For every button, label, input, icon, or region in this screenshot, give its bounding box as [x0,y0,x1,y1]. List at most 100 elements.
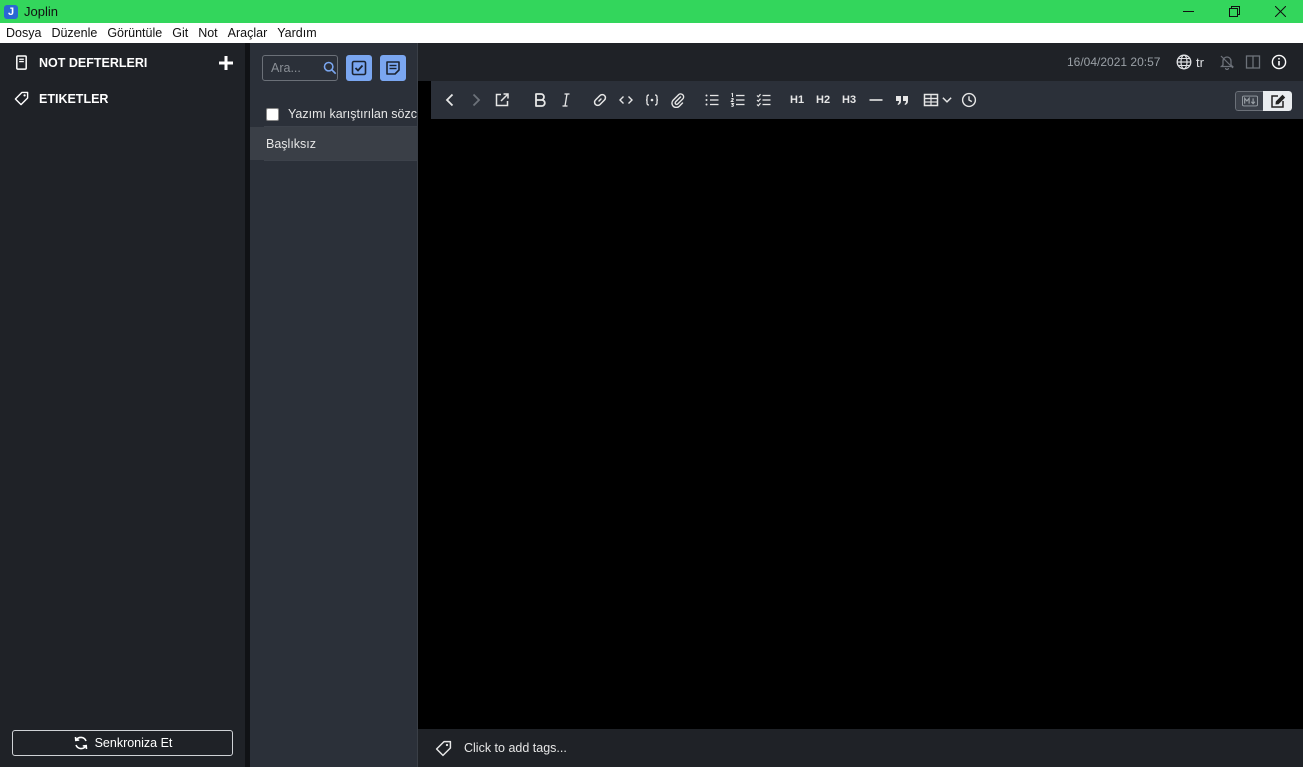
editor-header: 16/04/2021 20:57 tr [418,43,1303,81]
info-icon [1271,54,1287,70]
markdown-mode-button[interactable] [1235,91,1263,111]
spellcheck-language-button[interactable]: tr [1176,53,1204,71]
note-info-button[interactable] [1271,53,1287,71]
note-title: Başlıksız [266,136,317,151]
paperclip-icon [671,93,685,108]
editor-toolbar: H1 H2 H3 [431,81,1303,119]
attach-file-button[interactable] [670,91,686,109]
search-box [262,55,338,81]
rich-text-mode-button[interactable] [1263,91,1292,111]
braces-icon [645,94,659,106]
search-input[interactable] [271,58,321,78]
open-external-button[interactable] [494,91,510,109]
alarm-button[interactable] [1219,53,1235,71]
add-notebook-button[interactable] [216,53,236,73]
sidebar: NOT DEFTERLERI ETIKETLER Senkroniza Et [0,43,245,767]
menu-duzenle[interactable]: Düzenle [47,23,103,43]
note-icon [386,61,400,75]
heading1-button[interactable]: H1 [790,91,804,109]
menu-araclar[interactable]: Araçlar [224,23,274,43]
menu-yardim[interactable]: Yardım [273,23,322,43]
blockquote-button[interactable] [894,91,910,109]
list-item-note-selected[interactable]: Başlıksız [250,127,417,160]
notebook-icon [16,55,27,70]
chevron-right-icon [472,93,481,107]
horizontal-rule-icon [869,99,883,101]
link-icon [593,93,607,107]
sidebar-item-notebooks[interactable]: NOT DEFTERLERI [14,55,147,70]
joplin-logo-icon: J [4,4,18,19]
menu-git[interactable]: Git [168,23,194,43]
window-controls [1165,0,1303,23]
menu-bar: Dosya Düzenle Görüntüle Git Not Araçlar … [0,23,1303,43]
tag-icon [14,91,29,106]
checkbox-icon [351,60,367,76]
table-icon [923,93,939,107]
code-block-button[interactable] [644,91,660,109]
menu-not[interactable]: Not [194,23,223,43]
minimize-button[interactable] [1165,0,1211,23]
code-icon [619,96,633,104]
window-title: Joplin [24,4,58,19]
bold-button[interactable] [532,91,548,109]
title-bar: J Joplin [0,0,1303,23]
bell-slash-icon [1219,55,1235,70]
bulleted-list-button[interactable] [704,91,720,109]
sync-icon [74,736,87,750]
numbered-list-button[interactable] [730,91,746,109]
markdown-icon [1241,95,1258,107]
hyperlink-button[interactable] [592,91,608,109]
heading3-button[interactable]: H3 [842,91,856,109]
note-editor-body[interactable] [431,119,1303,729]
sidebar-item-label: NOT DEFTERLERI [39,55,148,70]
toggle-layout-button[interactable] [1245,53,1261,71]
list-divider [264,160,417,161]
list-item-todo[interactable]: Yazımı karıştırılan sözcükler [266,101,417,127]
search-icon[interactable] [323,61,337,75]
chevron-down-icon [942,97,952,103]
checklist-button[interactable] [756,91,772,109]
insert-table-button[interactable] [923,91,953,109]
close-button[interactable] [1257,0,1303,23]
minimize-icon [1182,11,1194,12]
new-note-button[interactable] [380,55,406,81]
italic-icon [562,93,570,107]
note-date: 16/04/2021 20:57 [1067,55,1161,69]
tags-bar[interactable]: Click to add tags... [418,729,1303,767]
editor-pane: 16/04/2021 20:57 tr H1 H2 H3 Click to ad… [418,43,1303,767]
columns-icon [1245,55,1261,69]
restore-icon [1228,6,1240,17]
tag-icon [435,740,452,756]
menu-dosya[interactable]: Dosya [2,23,47,43]
forward-button[interactable] [468,91,484,109]
checklist-icon [756,93,771,107]
language-code: tr [1196,54,1204,70]
chevron-left-icon [445,93,454,107]
plus-icon [219,56,233,70]
note-list: Yazımı karıştırılan sözcükler Başlıksız [250,43,417,767]
sidebar-item-label: ETIKETLER [39,91,109,106]
sync-button[interactable]: Senkroniza Et [12,730,233,756]
restore-button[interactable] [1211,0,1257,23]
inline-code-button[interactable] [618,91,634,109]
italic-button[interactable] [558,91,574,109]
external-link-icon [495,93,509,107]
quote-icon [896,96,908,105]
bold-icon [535,93,546,107]
sidebar-item-tags[interactable]: ETIKETLER [14,91,108,106]
note-title: Yazımı karıştırılan sözcükler [288,107,417,121]
new-todo-button[interactable] [346,55,372,81]
sync-label: Senkroniza Et [94,736,173,750]
horizontal-rule-button[interactable] [868,91,884,109]
globe-icon [1176,54,1192,70]
todo-checkbox[interactable] [266,107,279,121]
add-tags-label: Click to add tags... [464,741,567,755]
heading2-button[interactable]: H2 [816,91,830,109]
menu-goruntule[interactable]: Görüntüle [103,23,168,43]
close-icon [1274,6,1286,17]
editor-mode-toggle[interactable] [1235,91,1292,111]
edit-icon [1270,94,1285,108]
back-button[interactable] [442,91,458,109]
clock-icon [961,92,977,108]
insert-datetime-button[interactable] [961,91,977,109]
